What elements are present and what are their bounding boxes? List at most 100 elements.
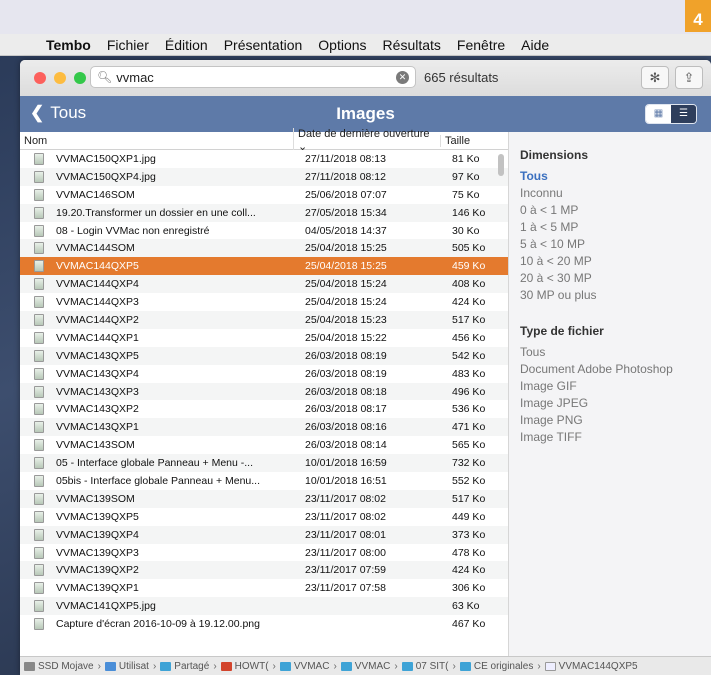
path-separator-icon: › — [152, 660, 157, 672]
file-rows: VVMAC150QXP1.jpg 27/11/2018 08:13 81 Ko VVM… — [20, 150, 508, 634]
dimension-filter-item[interactable]: Tous — [509, 168, 711, 185]
scrollbar-thumb[interactable] — [498, 154, 504, 176]
search-input[interactable]: vvmac — [116, 70, 154, 85]
table-row[interactable]: VVMAC150QXP1.jpg 27/11/2018 08:13 81 Ko — [20, 150, 508, 168]
close-window-button[interactable] — [34, 72, 46, 84]
path-separator-icon: › — [452, 660, 456, 672]
table-row[interactable]: Capture d'écran 2016-10-09 à 19.12.00.pn… — [20, 615, 508, 634]
file-name: VVMAC143QXP1 — [56, 421, 139, 434]
image-file-icon — [34, 260, 44, 273]
path-segment[interactable]: VVMAC144QXP5 — [544, 661, 638, 672]
table-row[interactable]: VVMAC139QXP4 23/11/2017 08:01 373 Ko — [20, 525, 508, 544]
table-row[interactable]: VVMAC146SOM 25/06/2018 07:07 75 Ko — [20, 185, 508, 204]
view-toggle[interactable]: ▦ ☰ — [645, 104, 697, 124]
column-name[interactable]: Nom — [20, 135, 293, 147]
menu-fenetre[interactable]: Fenêtre — [457, 37, 505, 53]
filetype-filter-item[interactable]: Image GIF — [509, 378, 711, 395]
folder-icon — [160, 661, 172, 671]
filetype-filter-item[interactable]: Image PNG — [509, 412, 711, 429]
table-row[interactable]: 05bis - Interface globale Panneau + Menu… — [20, 472, 508, 490]
grid-view-icon[interactable]: ▦ — [646, 105, 671, 123]
menu-fichier[interactable]: Fichier — [107, 37, 149, 53]
menu-options[interactable]: Options — [318, 37, 366, 53]
table-row[interactable]: VVMAC144QXP4 25/04/2018 15:24 408 Ko — [20, 275, 508, 294]
path-segment[interactable]: Utilisat — [104, 661, 149, 672]
file-name: 19.20.Transformer un dossier en une coll… — [56, 206, 256, 219]
path-segment[interactable]: 07 SIT( — [401, 661, 449, 672]
search-field[interactable]: 🔍︎ vvmac ✕ — [90, 66, 416, 88]
table-row[interactable]: VVMAC143QXP3 26/03/2018 08:18 496 Ko — [20, 382, 508, 401]
filetype-filter-item[interactable]: Image JPEG — [509, 395, 711, 412]
dimension-filter-item[interactable]: Inconnu — [509, 185, 711, 202]
table-row[interactable]: VVMAC143SOM 26/03/2018 08:14 565 Ko — [20, 436, 508, 455]
settings-button[interactable]: ✻ — [641, 66, 669, 89]
image-file-icon — [34, 600, 44, 613]
table-row[interactable]: VVMAC144SOM 25/04/2018 15:25 505 Ko — [20, 239, 508, 258]
table-row[interactable]: VVMAC143QXP1 26/03/2018 08:16 471 Ko — [20, 418, 508, 437]
path-segment-label: VVMAC — [293, 660, 330, 672]
table-row[interactable]: VVMAC143QXP5 26/03/2018 08:19 542 Ko — [20, 346, 508, 365]
file-size: 732 Ko — [452, 457, 486, 470]
table-row[interactable]: 05 - Interface globale Panneau + Menu -.… — [20, 454, 508, 473]
file-size: 30 Ko — [452, 224, 480, 237]
title-bar: 🔍︎ vvmac ✕ 665 résultats ✻ ⇪ — [20, 60, 711, 96]
table-row[interactable]: VVMAC144QXP2 25/04/2018 15:23 517 Ko — [20, 311, 508, 329]
path-segment[interactable]: HOWT( — [220, 660, 269, 672]
path-segment[interactable]: VVMAC — [340, 661, 390, 672]
table-row[interactable]: VVMAC139QXP3 23/11/2017 08:00 478 Ko — [20, 543, 508, 562]
table-row[interactable]: VVMAC143QXP4 26/03/2018 08:19 483 Ko — [20, 364, 508, 383]
path-segment[interactable]: Partagé — [160, 661, 209, 672]
dimension-filter-item[interactable]: 1 à < 5 MP — [509, 219, 711, 236]
table-row[interactable]: VVMAC139SOM 23/11/2017 08:02 517 Ko — [20, 489, 508, 508]
share-button[interactable]: ⇪ — [675, 66, 703, 89]
minimize-window-button[interactable] — [54, 72, 66, 84]
clear-search-icon[interactable]: ✕ — [396, 71, 409, 84]
dimension-filter-item[interactable]: 5 à < 10 MP — [509, 236, 711, 253]
table-row[interactable]: VVMAC139QXP5 23/11/2017 08:02 449 Ko — [20, 507, 508, 526]
table-row[interactable]: VVMAC139QXP1 23/11/2017 07:58 306 Ko — [20, 579, 508, 598]
menu-app-name[interactable]: Tembo — [46, 37, 91, 53]
path-segment[interactable]: CE originales — [459, 661, 533, 672]
table-row[interactable]: VVMAC150QXP4.jpg 27/11/2018 08:12 97 Ko — [20, 167, 508, 186]
table-row[interactable]: VVMAC144QXP1 25/04/2018 15:22 456 Ko — [20, 328, 508, 347]
column-size[interactable]: Taille — [440, 134, 500, 147]
dimension-filter-item[interactable]: 0 à < 1 MP — [509, 202, 711, 219]
filetype-filter-item[interactable]: Tous — [509, 344, 711, 361]
menu-aide[interactable]: Aide — [521, 37, 549, 53]
image-file-icon — [34, 492, 44, 505]
image-file-icon — [34, 313, 44, 326]
table-row[interactable]: 08 - Login VVMac non enregistré 04/05/201… — [20, 221, 508, 240]
zoom-window-button[interactable] — [74, 72, 86, 84]
image-file-icon — [34, 367, 44, 380]
file-name: VVMAC143QXP5 — [56, 349, 139, 362]
table-row[interactable]: VVMAC141QXP5.jpg 63 Ko — [20, 597, 508, 616]
file-name: VVMAC139QXP5 — [56, 510, 139, 523]
file-name: VVMAC139QXP2 — [56, 564, 139, 577]
file-name: VVMAC143QXP2 — [56, 403, 139, 416]
dimension-filter-item[interactable]: 10 à < 20 MP — [509, 253, 711, 270]
menu-edition[interactable]: Édition — [165, 37, 208, 53]
path-segment[interactable]: VVMAC — [279, 660, 330, 672]
dimension-filter-item[interactable]: 20 à < 30 MP — [509, 270, 711, 287]
path-segment[interactable]: SSD Mojave — [24, 661, 94, 672]
menu-presentation[interactable]: Présentation — [224, 37, 303, 53]
gear-icon: ✻ — [649, 70, 661, 85]
table-row[interactable]: VVMAC139QXP2 23/11/2017 07:59 424 Ko — [20, 561, 508, 580]
menu-resultats[interactable]: Résultats — [383, 37, 441, 53]
filetype-filter-item[interactable]: Document Adobe Photoshop — [509, 361, 711, 378]
file-date: 23/11/2017 08:01 — [305, 528, 386, 541]
folder-icon — [459, 661, 471, 671]
table-row[interactable]: 19.20.Transformer un dossier en une coll… — [20, 203, 508, 222]
filetype-filter-item[interactable]: Image TIFF — [509, 429, 711, 446]
table-row[interactable]: VVMAC143QXP2 26/03/2018 08:17 536 Ko — [20, 400, 508, 419]
table-row[interactable]: VVMAC144QXP5 25/04/2018 15:25 459 Ko — [20, 257, 508, 276]
image-file-icon — [34, 224, 44, 237]
path-segment-label: HOWT( — [234, 660, 269, 672]
file-size: 483 Ko — [452, 367, 486, 380]
dimension-filter-item[interactable]: 30 MP ou plus — [509, 287, 711, 304]
file-list: Nom Date de dernière ouverture ⌄ Taille … — [20, 128, 509, 656]
image-file-icon — [34, 242, 44, 255]
table-row[interactable]: VVMAC144QXP3 25/04/2018 15:24 424 Ko — [20, 293, 508, 312]
file-date: 26/03/2018 08:19 — [305, 349, 387, 362]
list-view-icon[interactable]: ☰ — [671, 105, 696, 123]
